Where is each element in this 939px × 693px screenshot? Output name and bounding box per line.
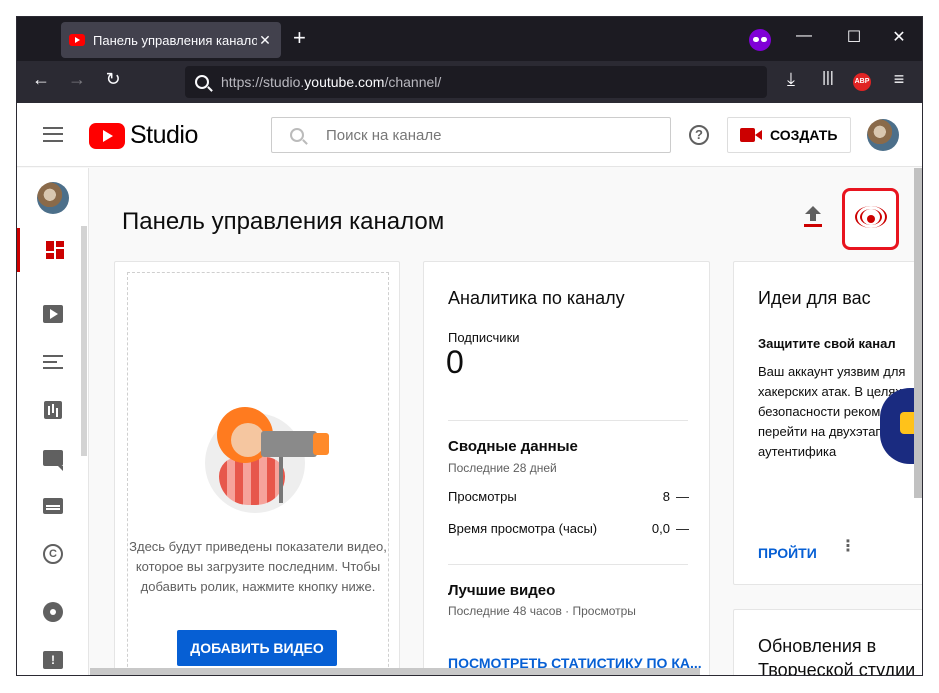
add-video-button[interactable]: ДОБАВИТЬ ВИДЕО [177, 630, 337, 666]
latest-video-card: Здесь будут приведены показатели видео, … [114, 261, 400, 675]
sidebar-item-analytics[interactable] [17, 388, 89, 432]
analytics-title: Аналитика по каналу [448, 288, 625, 308]
video-camera-icon [740, 128, 762, 142]
close-window-button[interactable]: ✕ [887, 27, 911, 47]
logo-text: Studio [130, 121, 198, 149]
main-scrollbar[interactable] [914, 168, 922, 498]
youtube-favicon-icon [69, 34, 85, 46]
new-tab-button[interactable]: + [293, 27, 306, 49]
playlists-icon [43, 355, 63, 369]
channel-avatar[interactable] [37, 182, 69, 214]
tab-title: Панель управления каналом [93, 32, 257, 48]
watch-time-label: Время просмотра (часы) [448, 521, 598, 536]
search-icon [195, 75, 209, 89]
menu-icon[interactable]: ≡ [885, 69, 913, 90]
tab-bar: Панель управления каналом ✕ + — ☐ ✕ [17, 17, 922, 61]
content-icon [43, 305, 63, 323]
sidebar-item-dashboard[interactable] [17, 228, 89, 272]
horizontal-scrollbar[interactable] [90, 668, 700, 675]
empty-state-text: Здесь будут приведены показатели видео, … [129, 539, 387, 594]
watch-time-value: 0,0 [651, 521, 670, 536]
camera-operator-illustration [201, 397, 341, 527]
views-trend: — [676, 489, 689, 504]
sidebar-item-content[interactable] [17, 292, 89, 336]
ideas-title: Идеи для вас [758, 288, 871, 308]
go-live-button[interactable] [842, 188, 899, 250]
live-broadcast-icon [854, 206, 887, 228]
studio-updates-card: Обновления в Творческой студии [733, 609, 922, 676]
sidebar-item-comments[interactable] [17, 436, 89, 480]
sidebar-item-playlists[interactable] [17, 340, 89, 384]
youtube-logo-icon [89, 122, 125, 149]
ideas-card: Идеи для вас Защитите свой канал Ваш акк… [733, 261, 922, 585]
create-label: СОЗДАТЬ [770, 127, 838, 143]
browser-tab[interactable]: Панель управления каналом ✕ [61, 22, 281, 58]
summary-title: Сводные данные [448, 438, 578, 455]
ideas-subtitle: Защитите свой канал [758, 336, 896, 351]
proceed-link[interactable]: ПРОЙТИ [758, 545, 817, 561]
studio-logo[interactable]: Studio [89, 121, 198, 150]
table-row: Просмотры 8 — [448, 489, 689, 504]
tab-close-icon[interactable]: ✕ [257, 32, 273, 49]
help-icon[interactable]: ? [689, 125, 709, 145]
more-options-icon[interactable]: ⋮ [840, 539, 856, 555]
dashboard-icon [45, 241, 64, 259]
minimize-button[interactable]: — [792, 27, 816, 45]
search-icon [290, 128, 304, 142]
adblock-icon[interactable]: ABP [853, 73, 871, 91]
sidebar-item-settings[interactable] [17, 590, 89, 634]
address-bar[interactable]: https://studio. youtube.com/channel/ [185, 66, 767, 98]
sidebar-item-subtitles[interactable] [17, 484, 89, 528]
dashboard-main: Панель управления каналом Здесь будут пр… [90, 168, 922, 676]
sidebar: C ! [17, 168, 89, 675]
url-suffix: /channel/ [384, 74, 442, 90]
reload-icon[interactable]: ↻ [99, 69, 127, 90]
downloads-icon[interactable]: ⤓ [777, 69, 805, 90]
updates-title: Обновления в Творческой студии [758, 636, 916, 676]
sidebar-scrollbar[interactable] [81, 226, 87, 456]
views-label: Просмотры [448, 489, 517, 504]
sidebar-item-feedback[interactable]: ! [17, 638, 89, 675]
url-host: youtube.com [304, 74, 385, 90]
divider [448, 564, 688, 565]
top-videos-period: Последние 48 часов · Просмотры [448, 604, 636, 618]
top-videos-title: Лучшие видео [448, 582, 556, 599]
navigation-bar: ← → ↻ https://studio. youtube.com/channel… [17, 61, 922, 103]
url-prefix: https://studio. [221, 74, 305, 90]
create-button[interactable]: СОЗДАТЬ [727, 117, 851, 153]
subscribers-value: 0 [446, 344, 464, 380]
back-icon[interactable]: ← [27, 69, 55, 90]
hamburger-menu-icon[interactable] [43, 127, 63, 142]
analytics-icon [44, 401, 62, 419]
summary-period: Последние 28 дней [448, 461, 557, 475]
search-input[interactable] [326, 126, 646, 144]
maximize-button[interactable]: ☐ [842, 27, 866, 47]
sidebar-item-copyright[interactable]: C [17, 532, 89, 576]
feedback-icon: ! [43, 651, 63, 669]
library-icon[interactable]: ||| [814, 69, 842, 86]
channel-search [271, 117, 671, 153]
settings-icon [43, 602, 63, 622]
table-row: Время просмотра (часы) 0,0 — [448, 521, 689, 536]
page-title: Панель управления каналом [122, 208, 445, 235]
subtitles-icon [43, 498, 63, 514]
forward-icon[interactable]: → [63, 69, 91, 90]
private-browsing-icon [749, 29, 771, 51]
subscribers-label: Подписчики [448, 330, 520, 345]
browser-window: Панель управления каналом ✕ + — ☐ ✕ ← → … [16, 16, 923, 676]
upload-icon [805, 206, 821, 214]
divider [448, 420, 688, 421]
account-avatar[interactable] [867, 119, 899, 151]
watch-time-trend: — [676, 521, 689, 536]
channel-analytics-card: Аналитика по каналу Подписчики 0 Сводные… [423, 261, 710, 675]
studio-header: Studio ? СОЗДАТЬ [17, 103, 922, 167]
copyright-icon: C [43, 544, 63, 564]
upload-video-button[interactable] [802, 204, 824, 230]
comments-icon [43, 450, 63, 471]
views-value: 8 [662, 489, 670, 504]
